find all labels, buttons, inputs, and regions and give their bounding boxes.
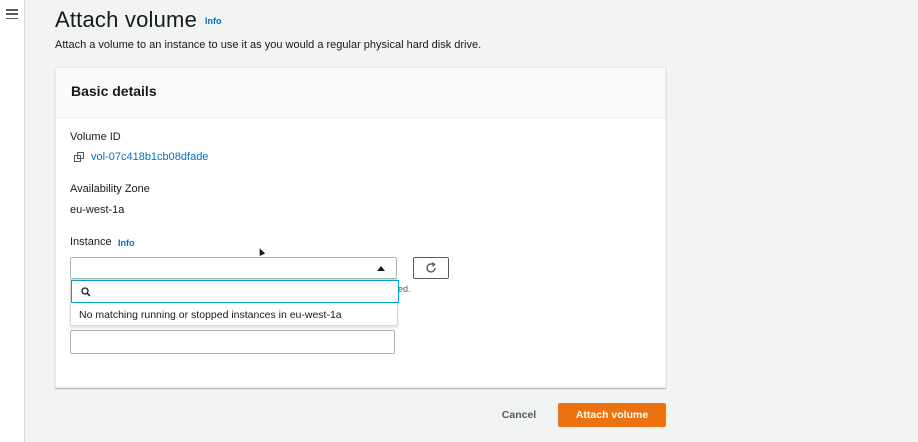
attach-volume-button[interactable]: Attach volume [558,403,666,427]
page-description: Attach a volume to an instance to use it… [55,39,482,51]
availability-zone-label: Availability Zone [70,183,150,195]
refresh-icon [426,262,436,273]
page-title: Attach volume [55,7,198,32]
panel-header: Basic details [56,68,665,118]
instance-label: Instance [70,236,112,248]
side-navigation-rail [0,0,25,442]
volume-id-row: vol-07c418b1cb08dfade [74,151,208,163]
hamburger-menu-icon[interactable] [4,6,20,22]
instance-dropdown: No matching running or stopped instances… [70,279,399,326]
instance-search-input[interactable] [97,285,398,298]
volume-id-label: Volume ID [70,131,121,143]
cancel-button[interactable]: Cancel [495,404,543,426]
title-info-link[interactable]: Info [205,16,222,26]
instance-info-link[interactable]: Info [118,238,135,248]
dropdown-search [71,280,399,303]
dropdown-empty-message: No matching running or stopped instances… [79,309,342,321]
caret-up-icon [377,266,385,271]
device-name-input[interactable] [70,330,395,354]
copy-icon[interactable] [74,151,85,163]
instance-select[interactable] [70,257,397,279]
panel-title: Basic details [71,83,157,99]
search-icon [81,286,91,296]
availability-zone-value: eu-west-1a [70,204,125,216]
refresh-button[interactable] [413,257,449,279]
volume-id-link[interactable]: vol-07c418b1cb08dfade [91,151,208,163]
instance-hint-text: ed. [398,284,411,294]
